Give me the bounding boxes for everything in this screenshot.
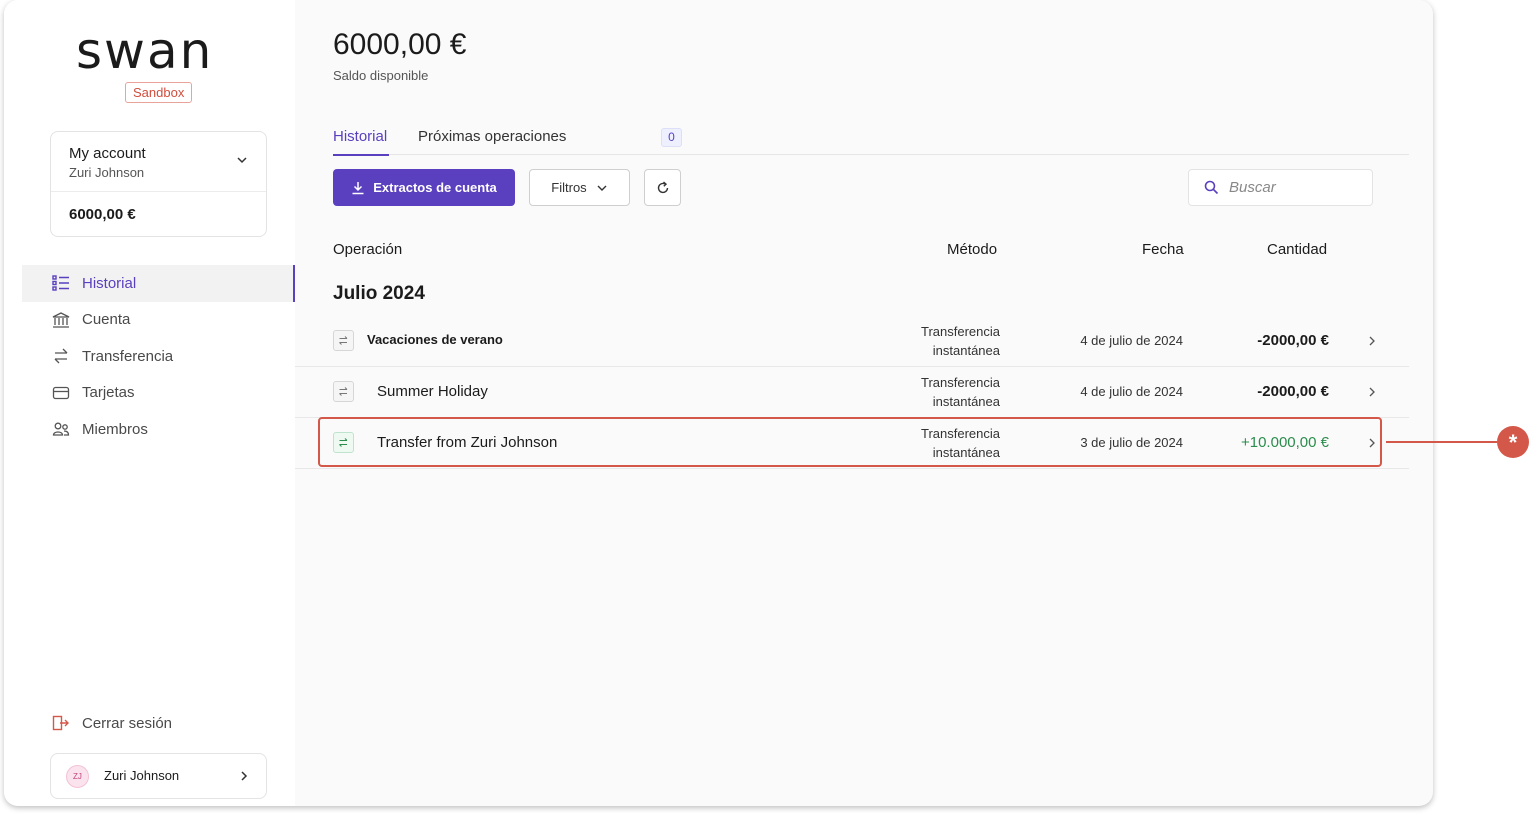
search-icon [1204,180,1219,195]
refresh-icon [657,180,668,193]
operation-date: 4 de julio de 2024 [1080,333,1183,348]
callout-line [1386,441,1497,443]
tab-label: Próximas operaciones [418,128,567,145]
operation-amount: -2000,00 € [1257,383,1329,400]
app-window: swan Sandbox My account Zuri Johnson 600… [4,0,1433,806]
column-header-method: Método [947,241,998,258]
method-line: Transferencia [921,375,1000,390]
transfer-icon [54,348,68,364]
tab-active-indicator [333,154,389,156]
list-icon [52,275,69,291]
sidebar-item-transferencia[interactable]: Transferencia [22,338,295,375]
search-box[interactable] [1188,169,1373,206]
operation-name: Vacaciones de verano [367,332,503,347]
operation-method: Transferencia instantánea [890,322,1000,360]
chevron-right-icon [241,771,248,781]
callout-marker: * [1497,426,1529,458]
chevron-down-icon[interactable] [236,154,248,166]
sidebar: swan Sandbox My account Zuri Johnson 600… [4,0,295,806]
members-icon [52,422,70,436]
sidebar-item-label: Miembros [82,420,148,438]
column-header-date: Fecha [1142,241,1184,258]
method-line: Transferencia [921,324,1000,339]
available-balance-label: Saldo disponible [333,68,429,83]
operation-method: Transferencia instantánea [890,373,1000,411]
method-line: instantánea [932,394,1000,409]
account-statements-button[interactable]: Extractos de cuenta [333,169,515,206]
account-title: My account [69,145,146,162]
column-header-amount: Cantidad [1267,241,1328,258]
available-balance: 6000,00 € [333,28,467,61]
user-name: Zuri Johnson [104,768,180,783]
sidebar-nav: Historial Cuenta Transferencia Tarjetas … [22,265,295,448]
logout-icon [52,715,69,731]
method-line: instantánea [932,343,1000,358]
tab-label: Historial [333,128,388,145]
table-row[interactable]: Summer Holiday Transferencia instantánea… [295,367,1409,418]
account-switcher-header[interactable]: My account Zuri Johnson [51,132,266,192]
operation-name: Summer Holiday [377,383,488,400]
sidebar-item-label: Historial [82,274,137,292]
user-menu[interactable]: ZJ Zuri Johnson [50,753,267,799]
tab-historial[interactable]: Historial [333,128,389,156]
operation-date: 4 de julio de 2024 [1080,384,1183,399]
chevron-right-icon [1369,336,1375,346]
filters-label: Filtros [551,180,587,195]
highlight-box [318,417,1382,467]
filters-button[interactable]: Filtros [529,169,630,206]
operation-amount: -2000,00 € [1257,332,1329,349]
logo-text: swan [76,22,214,80]
bank-icon [52,312,70,328]
logout-label: Cerrar sesión [82,714,173,732]
logout-button[interactable]: Cerrar sesión [52,714,172,732]
refresh-button[interactable] [644,169,681,206]
tab-bar: Historial Próximas operaciones 0 [333,126,1409,156]
sidebar-item-label: Tarjetas [82,384,135,402]
main-content: 6000,00 € Saldo disponible Historial Pró… [295,0,1433,806]
swan-logo: swan [76,24,246,78]
tab-count-badge: 0 [661,128,682,147]
account-holder: Zuri Johnson [69,165,145,180]
sidebar-item-miembros[interactable]: Miembros [22,411,295,448]
transfer-icon [333,381,354,402]
account-balance: 6000,00 € [69,206,136,223]
sandbox-badge: Sandbox [125,82,193,103]
chevron-right-icon [1369,387,1375,397]
sidebar-item-historial[interactable]: Historial [22,265,295,302]
transfer-icon [333,330,354,351]
download-icon [352,181,364,194]
card-icon [52,386,70,399]
account-statements-label: Extractos de cuenta [373,180,497,195]
sidebar-item-tarjetas[interactable]: Tarjetas [22,375,295,412]
chevron-down-icon [597,185,607,191]
sidebar-item-cuenta[interactable]: Cuenta [22,302,295,339]
month-group-title: Julio 2024 [333,283,425,304]
sidebar-item-label: Cuenta [82,311,131,329]
tab-proximas-operaciones[interactable]: Próximas operaciones 0 [418,128,682,147]
table-row[interactable]: Vacaciones de verano Transferencia insta… [295,316,1409,367]
account-switcher[interactable]: My account Zuri Johnson 6000,00 € [50,131,267,237]
search-input[interactable] [1229,179,1359,196]
avatar: ZJ [66,765,89,788]
column-header-operation: Operación [333,241,403,258]
sidebar-item-label: Transferencia [82,347,174,365]
